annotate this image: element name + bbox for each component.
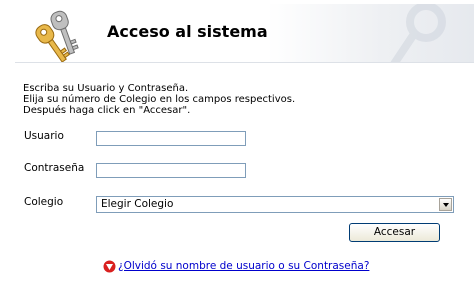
instructions: Escriba su Usuario y Contraseña. Elija s… [23,83,295,116]
colegio-select[interactable]: Elegir Colegio [96,196,454,213]
instruction-line: Después haga click en "Accesar". [23,105,191,116]
colegio-label: Colegio [24,196,64,208]
colegio-selected-value: Elegir Colegio [101,198,174,210]
instruction-line: Elija su número de Colegio en los campos… [23,94,296,105]
key-watermark-icon [390,4,446,62]
page-title: Acceso al sistema [107,22,268,41]
chevron-down-icon[interactable] [439,198,452,211]
keys-icon [35,10,79,62]
forgot-credentials-link[interactable]: ¿Olvidó su nombre de usuario o su Contra… [118,260,369,272]
help-icon [103,260,116,273]
contrasena-input[interactable] [96,163,246,178]
contrasena-label: Contraseña [24,162,85,174]
usuario-input[interactable] [96,131,246,146]
accesar-button[interactable]: Accesar [349,223,440,242]
usuario-label: Usuario [24,130,64,142]
header-banner: Acceso al sistema [15,4,474,63]
instruction-line: Escriba su Usuario y Contraseña. [23,83,189,94]
